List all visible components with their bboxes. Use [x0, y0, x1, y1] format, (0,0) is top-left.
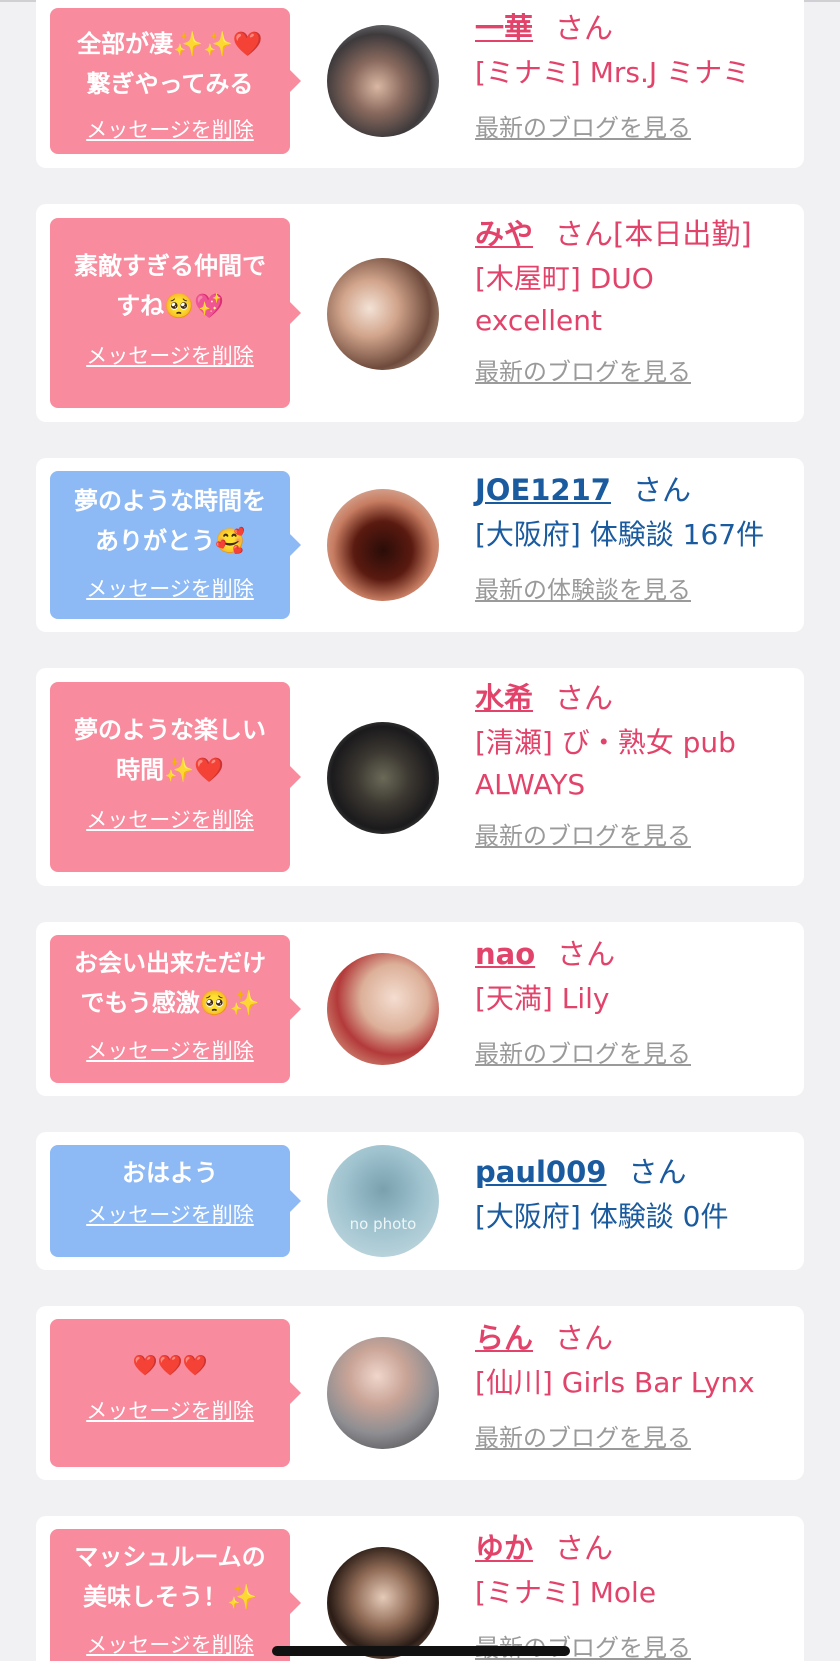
message-bubble: おはよう メッセージを削除	[50, 1145, 301, 1257]
avatar[interactable]	[327, 722, 439, 834]
delete-message-link[interactable]: メッセージを削除	[50, 804, 290, 834]
message-card: 夢のような時間を ありがとう🥰 メッセージを削除 JOE1217 さん [大阪府]…	[36, 458, 804, 632]
sender-detail: [ミナミ] Mrs.J ミナミ	[475, 56, 751, 89]
san-label: さん	[555, 681, 614, 715]
delete-message-link[interactable]: メッセージを削除	[50, 114, 290, 144]
name-line: みや さん[本日出勤]	[475, 214, 792, 254]
sender-name-link[interactable]: paul009	[475, 1155, 606, 1189]
sender-info: らん さん [仙川] Girls Bar Lynx 最新のブログを見る	[475, 1318, 792, 1453]
sender-detail: [清瀬] び・熟女 pub ALWAYS	[475, 726, 736, 801]
message-bubble: お会い出来ただけ でもう感激🥺✨ メッセージを削除	[50, 935, 301, 1083]
message-text: お会い出来ただけ でもう感激🥺✨	[74, 949, 266, 1017]
sender-name-link[interactable]: nao	[475, 937, 535, 971]
san-label: さん	[557, 937, 616, 971]
delete-message-link[interactable]: メッセージを削除	[50, 1395, 290, 1425]
message-card: マッシュルームの 美味しそう！✨ メッセージを削除 ゆか さん [ミナミ] Mol…	[36, 1516, 804, 1661]
message-text: マッシュルームの 美味しそう！✨	[74, 1543, 266, 1611]
message-text: 夢のような時間を ありがとう🥰	[74, 487, 266, 555]
message-card: 全部が凄✨✨❤️ 繋ぎやってみる メッセージを削除 一華 さん [ミナミ] Mrs…	[36, 0, 804, 168]
name-line: nao さん	[475, 934, 792, 974]
sender-info: JOE1217 さん [大阪府] 体験談 167件 最新の体験談を見る	[475, 470, 792, 605]
sender-info: nao さん [天満] Lily 最新のブログを見る	[475, 934, 792, 1069]
no-photo-label: no photo	[349, 1215, 417, 1233]
latest-review-link[interactable]: 最新の体験談を見る	[475, 570, 792, 605]
name-line: 水希 さん	[475, 678, 792, 718]
latest-blog-link[interactable]: 最新のブログを見る	[475, 816, 792, 851]
sender-detail: [木屋町] DUO excellent	[475, 262, 654, 337]
home-indicator[interactable]	[272, 1646, 570, 1656]
delete-message-link[interactable]: メッセージを削除	[50, 340, 290, 370]
latest-blog-link[interactable]: 最新のブログを見る	[475, 1034, 792, 1069]
avatar[interactable]	[327, 1337, 439, 1449]
delete-message-link[interactable]: メッセージを削除	[50, 1199, 290, 1229]
message-text: 素敵すぎる仲間で すね🥺💖	[74, 252, 266, 320]
name-line: paul009 さん	[475, 1152, 792, 1192]
message-bubble: 全部が凄✨✨❤️ 繋ぎやってみる メッセージを削除	[50, 8, 301, 154]
san-label: さん	[632, 473, 691, 507]
sender-info: ゆか さん [ミナミ] Mole 最新のブログを見る	[475, 1528, 792, 1661]
san-label: さん	[628, 1155, 687, 1189]
sender-detail: [ミナミ] Mole	[475, 1576, 657, 1609]
message-text: 夢のような楽しい 時間✨❤️	[74, 716, 266, 784]
avatar[interactable]	[327, 489, 439, 601]
no-photo-avatar[interactable]: no photo	[327, 1145, 439, 1257]
sender-info: paul009 さん [大阪府] 体験談 0件	[475, 1152, 792, 1238]
sender-name-link[interactable]: ゆか	[475, 1531, 533, 1565]
name-line: らん さん	[475, 1318, 792, 1358]
name-line: ゆか さん	[475, 1528, 792, 1568]
attendance-tag: [本日出勤]	[613, 217, 752, 251]
sender-info: 水希 さん [清瀬] び・熟女 pub ALWAYS 最新のブログを見る	[475, 678, 792, 851]
latest-blog-link[interactable]: 最新のブログを見る	[475, 352, 792, 387]
sender-detail: [天満] Lily	[475, 982, 610, 1015]
avatar[interactable]	[327, 258, 439, 370]
message-card: ❤️❤️❤️ メッセージを削除 らん さん [仙川] Girls Bar Lynx…	[36, 1306, 804, 1480]
sender-detail: [大阪府] 体験談 0件	[475, 1200, 729, 1233]
sender-info: みや さん[本日出勤] [木屋町] DUO excellent 最新のブログを見る	[475, 214, 792, 387]
sender-name-link[interactable]: 水希	[475, 681, 533, 715]
delete-message-link[interactable]: メッセージを削除	[50, 1035, 290, 1065]
message-text: 全部が凄✨✨❤️ 繋ぎやってみる	[77, 30, 263, 98]
sender-name-link[interactable]: みや	[475, 217, 533, 251]
sender-name-link[interactable]: 一華	[475, 11, 533, 45]
name-line: JOE1217 さん	[475, 470, 792, 510]
message-bubble: 夢のような時間を ありがとう🥰 メッセージを削除	[50, 471, 301, 619]
san-label: さん	[555, 1321, 614, 1355]
sender-info: 一華 さん [ミナミ] Mrs.J ミナミ 最新のブログを見る	[475, 8, 792, 143]
san-label: さん	[555, 11, 614, 45]
avatar[interactable]	[327, 25, 439, 137]
message-card: おはよう メッセージを削除 no photo paul009 さん [大阪府] 体…	[36, 1132, 804, 1270]
message-card: 素敵すぎる仲間で すね🥺💖 メッセージを削除 みや さん[本日出勤] [木屋町] …	[36, 204, 804, 422]
sender-detail: [仙川] Girls Bar Lynx	[475, 1366, 755, 1399]
delete-message-link[interactable]: メッセージを削除	[50, 573, 290, 603]
message-bubble: ❤️❤️❤️ メッセージを削除	[50, 1319, 301, 1467]
latest-blog-link[interactable]: 最新のブログを見る	[475, 1418, 792, 1453]
message-card: 夢のような楽しい 時間✨❤️ メッセージを削除 水希 さん [清瀬] び・熟女 p…	[36, 668, 804, 886]
san-label: さん	[555, 1531, 614, 1565]
delete-message-link[interactable]: メッセージを削除	[50, 1629, 290, 1659]
sender-name-link[interactable]: らん	[475, 1321, 533, 1355]
name-line: 一華 さん	[475, 8, 792, 48]
sender-name-link[interactable]: JOE1217	[475, 473, 611, 507]
message-text: おはよう	[122, 1159, 218, 1187]
message-bubble: 素敵すぎる仲間で すね🥺💖 メッセージを削除	[50, 218, 301, 408]
message-bubble: マッシュルームの 美味しそう！✨ メッセージを削除	[50, 1529, 301, 1661]
message-text: ❤️❤️❤️	[132, 1353, 208, 1377]
message-bubble: 夢のような楽しい 時間✨❤️ メッセージを削除	[50, 682, 301, 872]
latest-blog-link[interactable]: 最新のブログを見る	[475, 1628, 792, 1661]
message-card: お会い出来ただけ でもう感激🥺✨ メッセージを削除 nao さん [天満] Lil…	[36, 922, 804, 1096]
avatar[interactable]	[327, 1547, 439, 1659]
latest-blog-link[interactable]: 最新のブログを見る	[475, 108, 792, 143]
avatar[interactable]	[327, 953, 439, 1065]
sender-detail: [大阪府] 体験談 167件	[475, 518, 765, 551]
san-label: さん	[555, 217, 614, 251]
